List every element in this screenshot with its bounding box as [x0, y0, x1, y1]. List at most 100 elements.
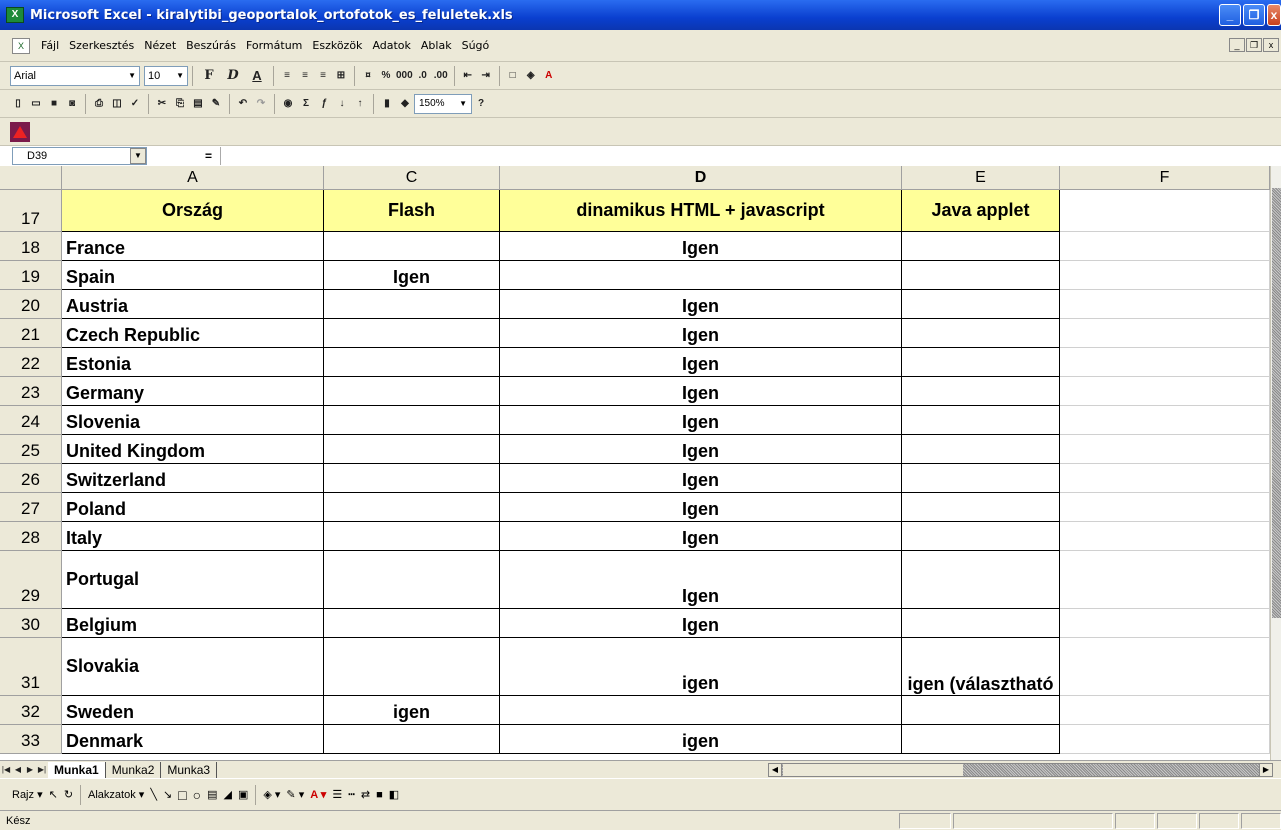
vertical-scroll-thumb[interactable] — [1272, 188, 1281, 618]
grid-cell-f[interactable] — [1060, 348, 1270, 377]
help-icon[interactable]: ? — [473, 93, 489, 115]
clipart-icon[interactable]: ▣ — [238, 788, 248, 801]
underline-button[interactable]: A — [246, 65, 268, 87]
redo-icon[interactable]: ↷ — [253, 93, 269, 115]
grid-cell-f[interactable] — [1060, 493, 1270, 522]
row-header[interactable]: 27 — [0, 493, 62, 522]
scroll-left-icon[interactable]: ◀ — [769, 764, 782, 776]
addin-logo-icon[interactable] — [10, 121, 30, 142]
sheet-tab-munka3[interactable]: Munka3 — [161, 761, 218, 778]
grid-cell-a[interactable]: Slovakia — [62, 638, 324, 696]
oval-icon[interactable]: ○ — [193, 787, 201, 803]
grid-cell-a[interactable]: Sweden — [62, 696, 324, 725]
grid-cell-d[interactable]: Igen — [500, 319, 902, 348]
borders-icon[interactable]: □ — [505, 65, 521, 87]
grid-cell-e[interactable] — [902, 551, 1060, 609]
row-header[interactable]: 26 — [0, 464, 62, 493]
grid-cell-f[interactable] — [1060, 725, 1270, 754]
grid-cell-d[interactable]: Igen — [500, 435, 902, 464]
sheet-tab-munka1[interactable]: Munka1 — [48, 761, 106, 778]
grid-cell-c[interactable]: Flash — [324, 190, 500, 232]
grid-cell-a[interactable]: Poland — [62, 493, 324, 522]
horizontal-scroll-track[interactable] — [783, 764, 963, 776]
doc-restore-button[interactable]: ❐ — [1246, 38, 1262, 52]
doc-minimize-button[interactable]: _ — [1229, 38, 1245, 52]
cut-icon[interactable]: ✂ — [154, 93, 170, 115]
grid-cell-c[interactable] — [324, 290, 500, 319]
prev-sheet-icon[interactable]: ◀ — [12, 763, 24, 777]
grid-cell-d[interactable]: Igen — [500, 290, 902, 319]
sort-descending-icon[interactable]: ↑ — [352, 93, 368, 115]
grid-cell-e[interactable] — [902, 696, 1060, 725]
grid-cell-e[interactable] — [902, 609, 1060, 638]
last-sheet-icon[interactable]: ▶| — [36, 763, 48, 777]
grid-cell-d[interactable]: Igen — [500, 551, 902, 609]
grid-cell-e[interactable] — [902, 261, 1060, 290]
align-right-icon[interactable]: ≡ — [315, 65, 331, 87]
function-icon[interactable]: ƒ — [316, 93, 332, 115]
row-header[interactable]: 20 — [0, 290, 62, 319]
rotate-icon[interactable]: ↻ — [64, 788, 73, 801]
row-header[interactable]: 31 — [0, 638, 62, 696]
grid-cell-c[interactable] — [324, 232, 500, 261]
column-header-a[interactable]: A — [62, 166, 324, 190]
currency-icon[interactable]: ¤ — [360, 65, 376, 87]
row-header[interactable]: 21 — [0, 319, 62, 348]
thousands-icon[interactable]: 000 — [396, 65, 413, 87]
column-header-d[interactable]: D — [500, 166, 902, 190]
grid-cell-f[interactable] — [1060, 551, 1270, 609]
grid-cell-c[interactable]: Igen — [324, 261, 500, 290]
row-header[interactable]: 23 — [0, 377, 62, 406]
grid-cell-c[interactable] — [324, 493, 500, 522]
increase-indent-icon[interactable]: ⇥ — [478, 65, 494, 87]
row-header[interactable]: 25 — [0, 435, 62, 464]
grid-cell-e[interactable] — [902, 725, 1060, 754]
menu-file[interactable]: Fájl — [36, 39, 64, 52]
grid-cell-d[interactable] — [500, 696, 902, 725]
grid-cell-f[interactable] — [1060, 261, 1270, 290]
grid-cell-e[interactable] — [902, 348, 1060, 377]
grid-cell-d[interactable]: igen — [500, 638, 902, 696]
doc-close-button[interactable]: x — [1263, 38, 1279, 52]
decrease-indent-icon[interactable]: ⇤ — [460, 65, 476, 87]
grid-cell-c[interactable] — [324, 609, 500, 638]
select-all-corner[interactable] — [0, 166, 62, 190]
menu-edit[interactable]: Szerkesztés — [64, 39, 139, 52]
align-center-icon[interactable]: ≡ — [297, 65, 313, 87]
row-header[interactable]: 17 — [0, 190, 62, 232]
formula-input[interactable] — [220, 147, 1281, 165]
column-header-f[interactable]: F — [1060, 166, 1270, 190]
grid-cell-d[interactable]: Igen — [500, 522, 902, 551]
row-header[interactable]: 32 — [0, 696, 62, 725]
grid-cell-e[interactable] — [902, 232, 1060, 261]
column-header-e[interactable]: E — [902, 166, 1060, 190]
permission-icon[interactable]: ◙ — [64, 93, 80, 115]
menu-help[interactable]: Súgó — [457, 39, 495, 52]
fill-color-icon[interactable]: ◈ — [523, 65, 539, 87]
menu-view[interactable]: Nézet — [139, 39, 181, 52]
grid-cell-e[interactable] — [902, 377, 1060, 406]
grid-cell-a[interactable]: Switzerland — [62, 464, 324, 493]
menu-format[interactable]: Formátum — [241, 39, 307, 52]
format-painter-icon[interactable]: ✎ — [208, 93, 224, 115]
open-folder-icon[interactable]: ▭ — [28, 93, 44, 115]
column-header-c[interactable]: C — [324, 166, 500, 190]
close-button[interactable]: x — [1267, 4, 1281, 26]
grid-cell-c[interactable] — [324, 551, 500, 609]
row-header[interactable]: 33 — [0, 725, 62, 754]
grid-cell-e[interactable] — [902, 493, 1060, 522]
grid-cell-f[interactable] — [1060, 290, 1270, 319]
autosum-icon[interactable]: Σ — [298, 93, 314, 115]
row-header[interactable]: 30 — [0, 609, 62, 638]
grid-cell-e[interactable] — [902, 406, 1060, 435]
maximize-button[interactable]: ❐ — [1243, 4, 1265, 26]
menu-insert[interactable]: Beszúrás — [181, 39, 241, 52]
grid-cell-a[interactable]: Austria — [62, 290, 324, 319]
bold-button[interactable]: F — [198, 65, 220, 87]
grid-cell-e[interactable]: Java applet — [902, 190, 1060, 232]
grid-cell-c[interactable] — [324, 319, 500, 348]
grid-cell-d[interactable]: Igen — [500, 609, 902, 638]
grid-cell-a[interactable]: Spain — [62, 261, 324, 290]
shape-fill-color-icon[interactable]: ◈ ▾ — [263, 788, 280, 801]
vertical-scrollbar[interactable] — [1270, 166, 1281, 760]
